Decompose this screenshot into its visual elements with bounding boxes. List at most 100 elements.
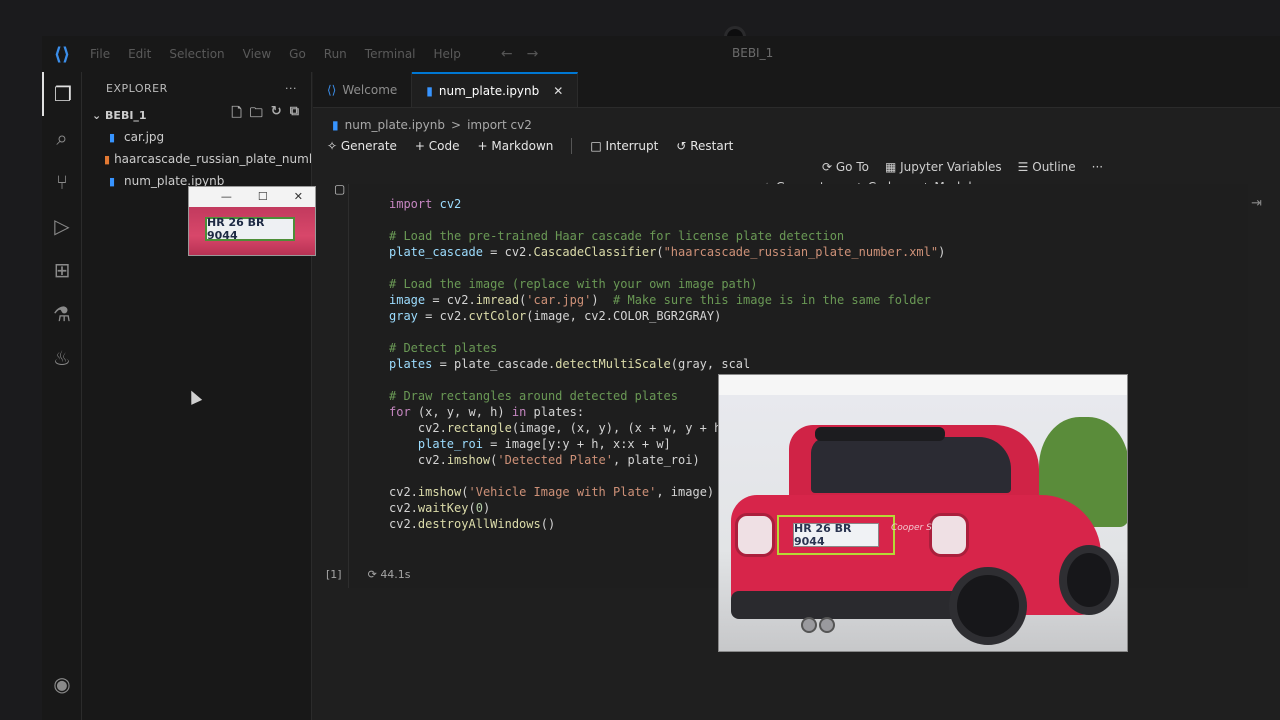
jupyter-variables-button[interactable]: ▦ Jupyter Variables xyxy=(885,160,1002,174)
tab-num-plate[interactable]: ▮ num_plate.ipynb ✕ xyxy=(412,72,579,107)
search-icon[interactable]: ⌕ xyxy=(42,116,82,160)
code-token: = image[y:y + h, x:x + w] xyxy=(482,437,671,451)
code-token: imshow xyxy=(446,453,491,467)
collapse-all-icon[interactable]: ⧉ xyxy=(290,104,299,126)
code-token: ( xyxy=(656,245,664,259)
toolbar-more-icon[interactable]: ··· xyxy=(1092,160,1103,174)
code-token: # Make sure this image is in the same fo… xyxy=(613,293,931,307)
code-token: # Load the pre-trained Haar cascade for … xyxy=(389,229,845,243)
breadcrumb-file[interactable]: num_plate.ipynb xyxy=(345,118,445,132)
goto-button[interactable]: ⟳ Go To xyxy=(822,160,869,174)
maximize-icon[interactable]: ☐ xyxy=(258,190,268,203)
breadcrumb-file-icon: ▮ xyxy=(332,118,339,132)
chevron-down-icon: ⌄ xyxy=(92,108,106,122)
code-token: cv2. xyxy=(417,453,447,467)
code-token: 'Detected Plate' xyxy=(497,453,613,467)
code-token: for xyxy=(389,405,411,419)
xml-file-icon: ▮ xyxy=(104,152,111,166)
restart-button[interactable]: ↺ Restart xyxy=(676,139,733,153)
code-token: (image, cv2.COLOR_BGR2GRAY) xyxy=(526,309,722,323)
testing-icon[interactable]: ⚗ xyxy=(42,292,82,336)
menu-item-file[interactable]: File xyxy=(90,47,110,61)
close-icon[interactable]: ✕ xyxy=(294,190,303,203)
extensions-icon[interactable]: ⊞ xyxy=(42,248,82,292)
folder-bebi-1[interactable]: ⌄ BEBI_1 🗋 🗀 ↻ ⧉ xyxy=(82,104,311,126)
run-below-icon[interactable]: ⇥ xyxy=(1251,196,1262,211)
menu-item-edit[interactable]: Edit xyxy=(128,47,151,61)
code-token: import xyxy=(389,197,433,211)
explorer-icon[interactable]: ❐ xyxy=(42,72,82,116)
code-token: cv2. xyxy=(389,517,418,531)
code-token: cv2. xyxy=(389,485,418,499)
vehicle-image-window[interactable]: HR 26 BR 9044 Cooper S xyxy=(718,374,1128,652)
code-token: (image, (x, y), (x + w, y + h), ( xyxy=(511,421,751,435)
account-icon[interactable]: ◉ xyxy=(42,662,82,706)
menu-bar: File Edit Selection View Go Run Terminal Help xyxy=(90,47,461,61)
restart-icon: ↺ xyxy=(676,139,691,153)
notebook-tab-icon: ▮ xyxy=(426,83,433,98)
file-label: car.jpg xyxy=(124,130,165,144)
menu-item-run[interactable]: Run xyxy=(324,47,347,61)
nav-arrows-icon[interactable]: ←→ xyxy=(501,46,552,62)
source-control-icon[interactable]: ⑂ xyxy=(42,160,82,204)
explorer-header: EXPLORER ··· xyxy=(82,72,311,104)
editor-tabs: ⟨⟩ Welcome ▮ num_plate.ipynb ✕ xyxy=(313,72,1280,108)
add-code-button[interactable]: + Code xyxy=(415,139,460,153)
stop-icon: □ xyxy=(590,139,606,153)
code-token: = cv2. xyxy=(417,309,469,323)
breadcrumb: ▮ num_plate.ipynb > import cv2 xyxy=(332,118,532,132)
code-line: image = cv2.imread('car.jpg') # Make sur… xyxy=(389,292,945,308)
detection-rectangle xyxy=(777,515,895,555)
code-token: destroyAllWindows xyxy=(417,517,541,531)
notebook-toolbar: ✧ Generate + Code + Markdown □ Interrupt… xyxy=(327,138,733,154)
interrupt-button[interactable]: □ Interrupt xyxy=(590,139,658,153)
new-file-icon[interactable]: 🗋 xyxy=(231,104,241,126)
python-icon[interactable]: ♨ xyxy=(42,336,82,380)
rear-wheel xyxy=(949,567,1027,645)
notebook-file-icon: ▮ xyxy=(108,174,116,188)
code-token: "haarcascade_russian_plate_number.xml" xyxy=(663,245,939,259)
breadcrumb-symbol[interactable]: import cv2 xyxy=(467,118,532,132)
new-folder-icon[interactable]: 🗀 xyxy=(250,104,263,126)
folder-label: BEBI_1 xyxy=(105,108,147,122)
run-debug-icon[interactable]: ▷ xyxy=(42,204,82,248)
close-icon[interactable]: ✕ xyxy=(553,84,563,98)
plus-icon: + xyxy=(477,139,492,153)
toolbar-divider xyxy=(571,138,573,154)
add-markdown-button[interactable]: + Markdown xyxy=(478,139,554,153)
menu-item-view[interactable]: View xyxy=(243,47,271,61)
code-line: import cv2 xyxy=(389,196,945,212)
generate-button[interactable]: ✧ Generate xyxy=(327,139,397,153)
file-item[interactable]: ▮ car.jpg xyxy=(82,126,311,148)
menu-item-go[interactable]: Go xyxy=(289,47,306,61)
variables-icon: ▦ xyxy=(884,160,901,174)
minimize-icon[interactable]: — xyxy=(221,190,232,203)
code-token: cvtColor xyxy=(468,309,527,323)
code-token: # Draw rectangles around detected plates xyxy=(389,389,678,403)
tab-welcome[interactable]: ⟨⟩ Welcome xyxy=(313,72,413,107)
code-token: 0 xyxy=(475,501,483,515)
menu-item-terminal[interactable]: Terminal xyxy=(365,47,416,61)
activity-bar: ❐ ⌕ ⑂ ▷ ⊞ ⚗ ♨ ◉ xyxy=(42,72,82,720)
code-token: CascadeClassifier xyxy=(533,245,657,259)
menu-item-help[interactable]: Help xyxy=(434,47,461,61)
refresh-icon[interactable]: ↻ xyxy=(271,104,282,126)
code-token: = cv2. xyxy=(425,293,476,307)
code-token: () xyxy=(540,517,556,531)
right-tail-light xyxy=(929,513,969,557)
code-token: ) xyxy=(938,245,946,259)
code-token: gray xyxy=(389,309,418,323)
code-token: cv2 xyxy=(439,197,462,211)
file-item[interactable]: ▮haarcascade_russian_plate_number.x... xyxy=(82,148,311,170)
code-line: plate_cascade = cv2.CascadeClassifier("h… xyxy=(389,244,945,260)
car-badge: Cooper S xyxy=(891,523,932,533)
detected-plate-window[interactable]: — ☐ ✕ HR 26 BR 9044 xyxy=(188,186,316,256)
outline-button[interactable]: ☰ Outline xyxy=(1018,160,1076,174)
tab-label: Welcome xyxy=(342,82,398,97)
menu-item-selection[interactable]: Selection xyxy=(169,47,224,61)
outline-icon: ☰ xyxy=(1017,160,1033,174)
code-line: # Detect plates xyxy=(389,340,945,356)
more-actions-icon[interactable]: ··· xyxy=(285,82,297,95)
vscode-tab-icon: ⟨⟩ xyxy=(327,82,337,97)
